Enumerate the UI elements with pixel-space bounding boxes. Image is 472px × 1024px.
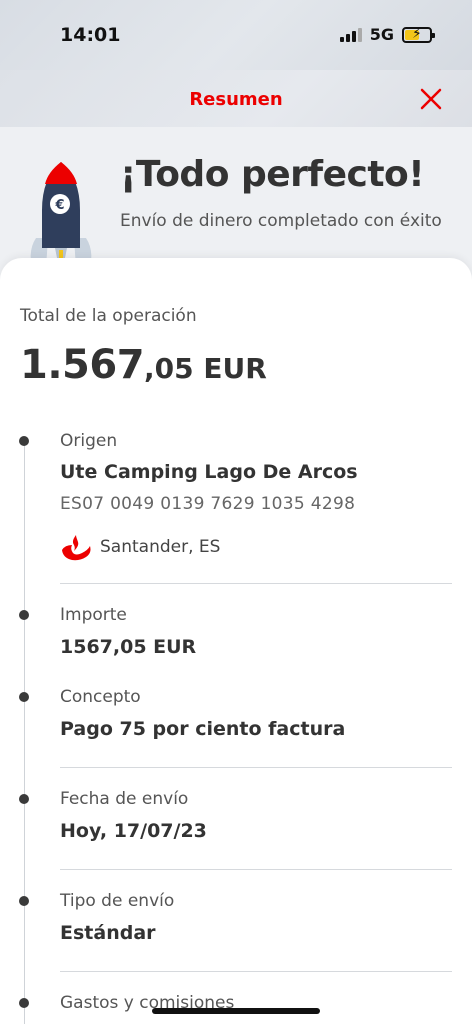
bank-name: Santander, ES <box>100 537 221 557</box>
close-button[interactable] <box>416 84 446 114</box>
total-amount-decimal: ,05 EUR <box>144 352 267 385</box>
svg-text:€: € <box>54 198 64 213</box>
divider <box>60 583 452 584</box>
origin-name: Ute Camping Lago De Arcos <box>60 461 358 483</box>
concept-value: Pago 75 por ciento factura <box>60 718 346 740</box>
page-title: Resumen <box>189 89 283 110</box>
signal-icon <box>339 27 362 42</box>
close-icon <box>420 88 442 110</box>
success-title: ¡Todo perfecto! <box>120 154 425 195</box>
timeline-dot <box>19 896 29 906</box>
santander-logo-icon <box>62 535 91 561</box>
amount-value: 1567,05 EUR <box>60 636 197 658</box>
divider <box>60 767 452 768</box>
timeline-dot <box>19 610 29 620</box>
send-type-value: Estándar <box>60 922 156 944</box>
status-time: 14:01 <box>60 24 121 46</box>
total-label: Total de la operación <box>20 306 197 326</box>
network-type: 5G <box>369 25 394 44</box>
total-amount-integer: 1.567 <box>20 342 145 388</box>
origin-iban: ES07 0049 0139 7629 1035 4298 <box>60 494 356 514</box>
timeline-dot <box>19 436 29 446</box>
concept-label: Concepto <box>60 687 141 707</box>
timeline-dot <box>19 794 29 804</box>
send-type-label: Tipo de envío <box>60 891 175 911</box>
total-amount: 1.567,05 EUR <box>20 342 267 388</box>
rocket-illustration: € <box>30 162 92 268</box>
amount-label: Importe <box>60 605 127 625</box>
divider <box>60 971 452 972</box>
divider <box>60 869 452 870</box>
send-date-value: Hoy, 17/07/23 <box>60 820 207 842</box>
home-indicator[interactable] <box>152 1008 320 1014</box>
send-date-label: Fecha de envío <box>60 789 189 809</box>
battery-icon: ⚡ <box>402 26 435 43</box>
status-icons: 5G ⚡ <box>339 25 435 44</box>
success-subtitle: Envío de dinero completado con éxito <box>120 211 442 231</box>
origin-label: Origen <box>60 431 118 451</box>
timeline-dot <box>19 998 29 1008</box>
timeline-dot <box>19 692 29 702</box>
timeline-line <box>24 440 25 1024</box>
origin-bank: Santander, ES <box>60 533 220 561</box>
